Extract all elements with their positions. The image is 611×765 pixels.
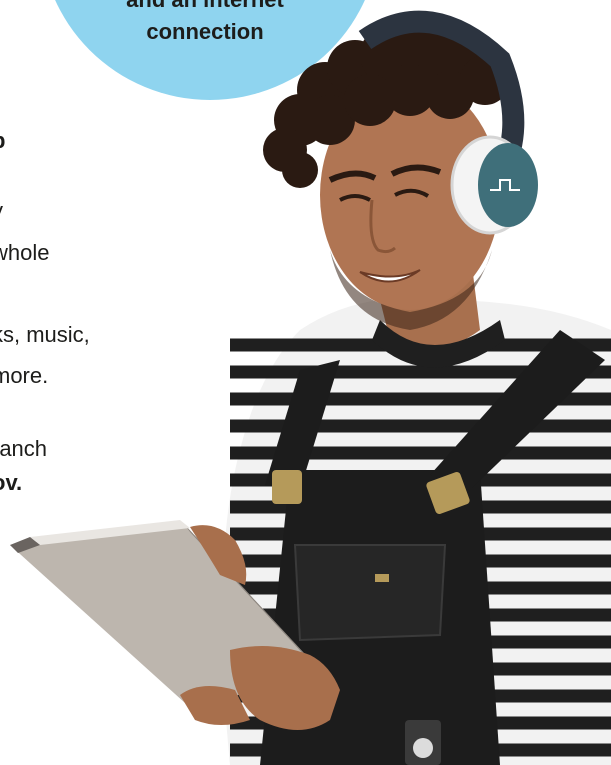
man-with-tablet-photo xyxy=(10,10,611,765)
promo-stage: and an internet connection p y whole ks,… xyxy=(0,0,611,765)
